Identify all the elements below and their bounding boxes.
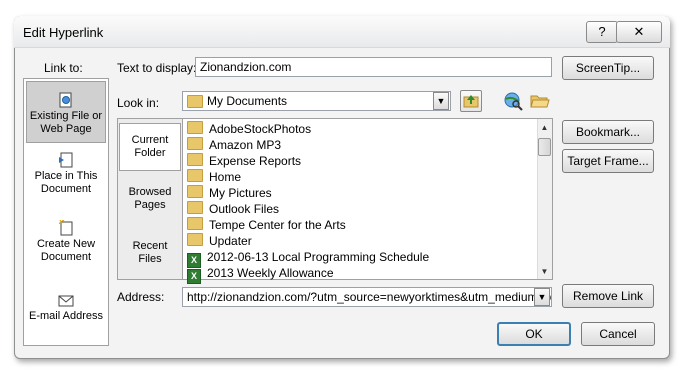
up-folder-button[interactable] <box>460 90 482 112</box>
nav-label-line2: Web Page <box>40 123 92 135</box>
nav-label-line1: Place in This <box>34 170 98 182</box>
folder-icon <box>187 137 203 150</box>
bookmark-button[interactable]: Bookmark... <box>562 120 654 144</box>
dialog-title: Edit Hyperlink <box>23 25 104 40</box>
chevron-down-icon[interactable]: ▼ <box>534 288 550 306</box>
folder-icon <box>187 217 203 230</box>
list-item[interactable]: My Pictures <box>187 185 272 201</box>
list-item[interactable]: AdobeStockPhotos <box>187 121 311 137</box>
folder-icon <box>187 121 203 134</box>
place-recent-files[interactable]: Recent Files <box>119 240 181 272</box>
link-to-label: Link to: <box>44 61 83 75</box>
place-browsed-pages[interactable]: Browsed Pages <box>119 186 181 218</box>
folder-icon <box>187 95 209 110</box>
list-item[interactable]: Amazon MP3 <box>187 137 281 153</box>
open-folder-icon[interactable] <box>529 90 551 112</box>
list-item[interactable]: Tempe Center for the Arts <box>187 217 346 233</box>
list-item[interactable]: X 2012-06-13 Local Programming Schedule <box>187 249 429 268</box>
link-to-email-address[interactable]: E-mail Address <box>26 292 106 332</box>
new-document-icon <box>58 219 74 236</box>
excel-icon: X <box>187 269 201 284</box>
scrollbar-thumb[interactable] <box>538 138 551 156</box>
look-in-value: My Documents <box>207 94 288 108</box>
link-to-existing-file[interactable]: Existing File or Web Page <box>26 81 106 143</box>
folder-icon <box>187 233 203 246</box>
nav-label-line1: Existing File or <box>29 110 103 122</box>
help-button[interactable]: ? <box>586 21 618 43</box>
web-page-icon <box>58 92 74 108</box>
list-item[interactable]: Outlook Files <box>187 201 279 217</box>
folder-icon <box>187 185 203 198</box>
folder-icon <box>187 153 203 166</box>
address-value: http://zionandzion.com/?utm_source=newyo… <box>187 290 552 304</box>
address-input[interactable]: http://zionandzion.com/?utm_source=newyo… <box>182 287 552 307</box>
target-frame-button[interactable]: Target Frame... <box>562 149 654 173</box>
place-label-line1: Browsed <box>128 186 172 198</box>
place-label-line2: Files <box>138 253 162 265</box>
scroll-up-icon[interactable]: ▲ <box>537 123 552 132</box>
list-item[interactable]: Home <box>187 169 241 185</box>
look-in-select[interactable]: My Documents <box>182 91 451 111</box>
close-button[interactable]: ✕ <box>616 21 662 43</box>
link-to-create-new-document[interactable]: Create New Document <box>26 219 106 270</box>
browse-web-icon[interactable] <box>502 90 524 112</box>
address-label: Address: <box>117 290 165 304</box>
screentip-button[interactable]: ScreenTip... <box>562 56 654 80</box>
folder-icon <box>187 201 203 214</box>
place-label-line2: Pages <box>134 199 166 211</box>
place-current-folder[interactable]: Current Folder <box>119 123 181 171</box>
scroll-down-icon[interactable]: ▼ <box>537 267 552 276</box>
nav-label-line2: Document <box>40 183 92 195</box>
text-to-display-input[interactable]: Zionandzion.com <box>195 57 552 77</box>
folder-icon <box>187 169 203 182</box>
document-place-icon <box>58 152 74 168</box>
list-item[interactable]: Updater <box>187 233 252 249</box>
place-label-line2: Folder <box>134 147 166 159</box>
chevron-down-icon[interactable]: ▼ <box>433 92 449 110</box>
text-to-display-label: Text to display: <box>117 61 197 75</box>
remove-link-button[interactable]: Remove Link <box>562 284 654 308</box>
ok-button[interactable]: OK <box>497 322 571 346</box>
email-icon <box>58 292 74 308</box>
place-label-line1: Current <box>131 134 169 146</box>
place-label-line1: Recent <box>132 240 168 252</box>
look-in-label: Look in: <box>117 96 160 110</box>
list-item[interactable]: Expense Reports <box>187 153 301 169</box>
nav-label-line2: Document <box>40 251 92 263</box>
nav-label-line1: E-mail Address <box>29 310 103 322</box>
cancel-button[interactable]: Cancel <box>581 322 655 346</box>
nav-label-line1: Create New <box>36 238 96 250</box>
link-to-place-in-document[interactable]: Place in This Document <box>26 152 106 202</box>
title-bar <box>14 16 670 48</box>
list-item[interactable]: X 2013 Weekly Allowance <box>187 265 334 284</box>
